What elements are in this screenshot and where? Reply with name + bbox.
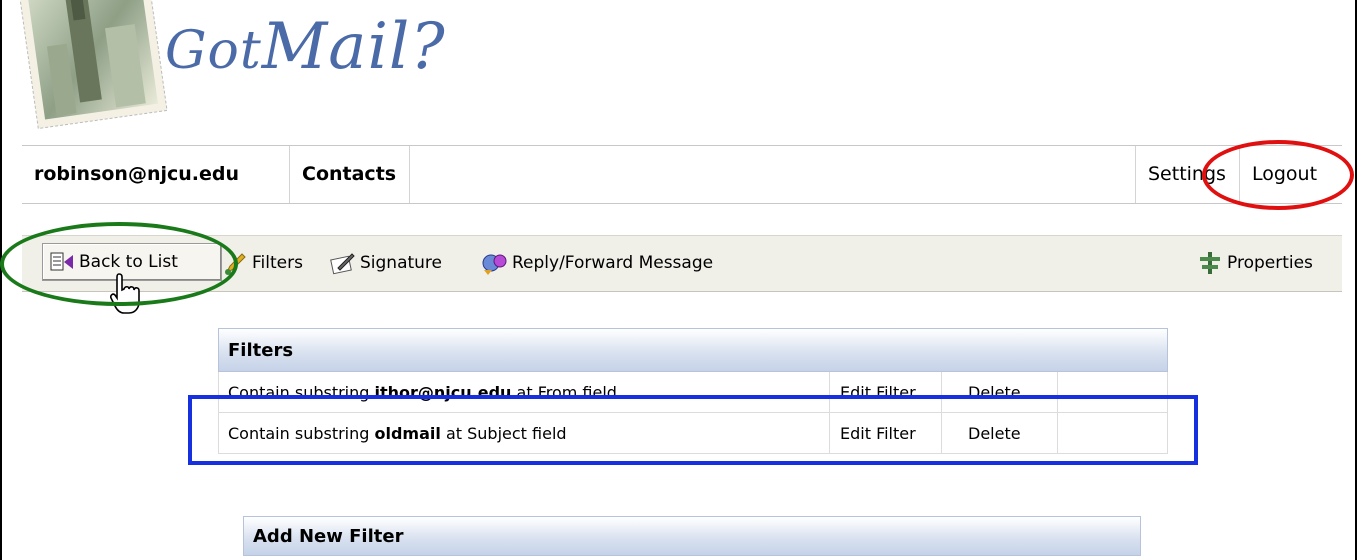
app-logo-text: GotMail? (165, 10, 446, 84)
signature-label: Signature (360, 253, 443, 273)
filters-header: Filters (218, 328, 1168, 372)
stamp-logo-image (20, 0, 168, 130)
properties-gear-icon (1200, 252, 1220, 274)
nav-contacts[interactable]: Contacts (290, 146, 410, 203)
highlight-filter-rect (188, 395, 1198, 465)
add-filter-header: Add New Filter (243, 516, 1141, 556)
highlight-logout-oval (1202, 140, 1354, 210)
filters-label: Filters (252, 253, 303, 273)
signature-button[interactable]: Signature (330, 244, 442, 282)
reply-forward-button[interactable]: Reply/Forward Message (482, 244, 713, 282)
add-filter-panel: Add New Filter (243, 516, 1141, 556)
nav-user-email[interactable]: robinson@njcu.edu (22, 146, 290, 203)
highlight-back-oval (0, 222, 238, 306)
signature-pen-icon (330, 253, 355, 275)
top-nav-bar: robinson@njcu.edu Contacts Settings Logo… (22, 145, 1342, 204)
properties-button[interactable]: Properties (1197, 244, 1313, 282)
reply-forward-label: Reply/Forward Message (512, 253, 714, 273)
reply-forward-icon (482, 254, 507, 275)
properties-label: Properties (1227, 253, 1313, 273)
